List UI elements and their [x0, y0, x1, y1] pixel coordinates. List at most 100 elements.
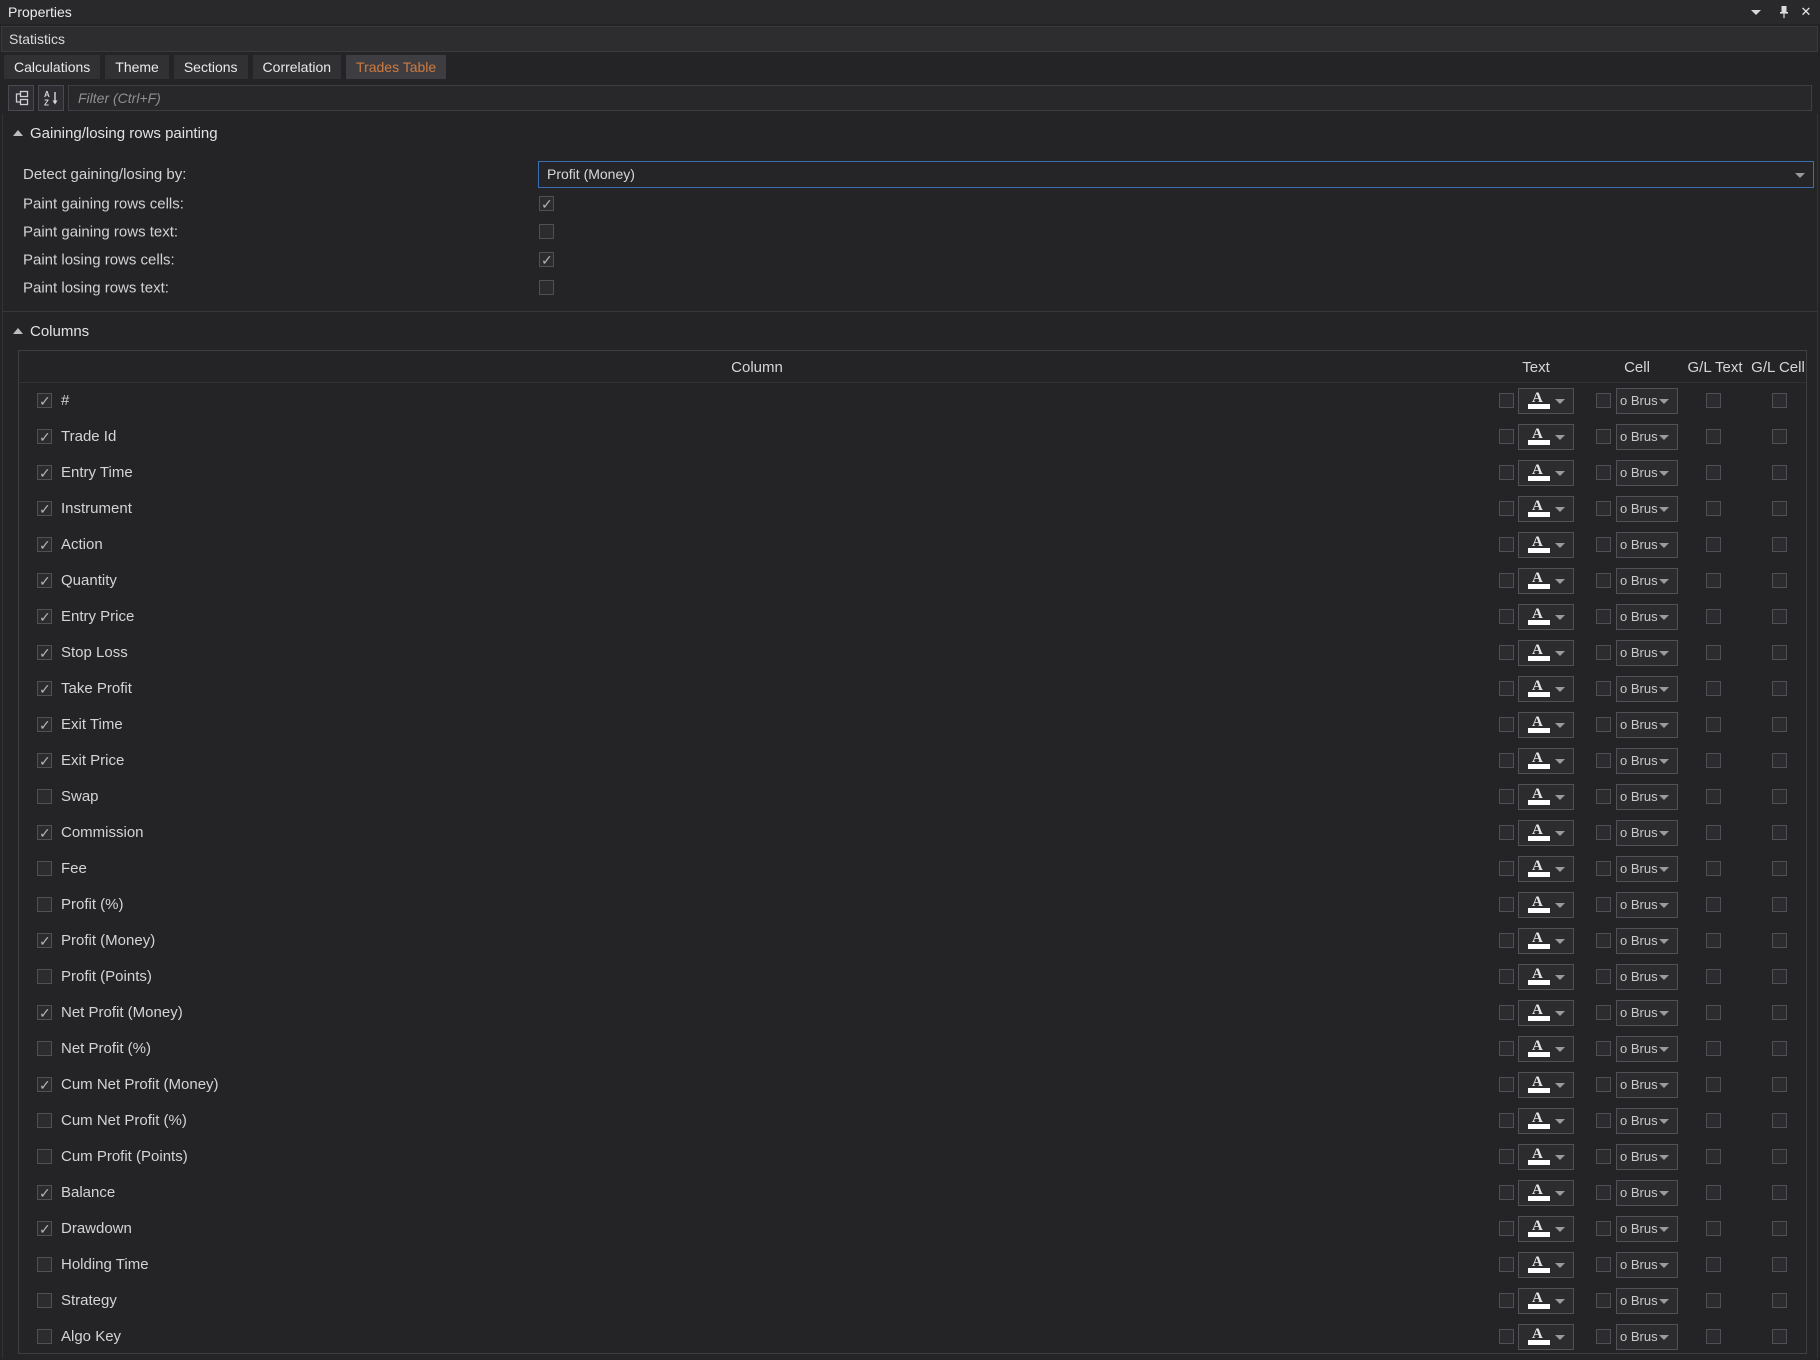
close-icon[interactable]: ✕: [1796, 0, 1816, 24]
cell-color-enable-checkbox[interactable]: [1596, 465, 1611, 480]
gl-text-checkbox[interactable]: [1706, 645, 1721, 660]
cell-brush-dropdown[interactable]: o Brus: [1616, 1072, 1678, 1098]
column-visible-checkbox[interactable]: [37, 789, 52, 804]
gl-cell-checkbox[interactable]: [1772, 753, 1787, 768]
gl-text-checkbox[interactable]: [1706, 897, 1721, 912]
text-color-enable-checkbox[interactable]: [1499, 1221, 1514, 1236]
font-color-dropdown[interactable]: A: [1518, 1324, 1574, 1350]
cell-brush-dropdown[interactable]: o Brus: [1616, 820, 1678, 846]
gl-text-checkbox[interactable]: [1706, 933, 1721, 948]
column-visible-checkbox[interactable]: [37, 1041, 52, 1056]
column-visible-checkbox[interactable]: [37, 717, 52, 732]
cell-color-enable-checkbox[interactable]: [1596, 681, 1611, 696]
detect-gaining-losing-combobox[interactable]: Profit (Money): [538, 161, 1814, 188]
gl-text-checkbox[interactable]: [1706, 1005, 1721, 1020]
alphabetical-sort-button[interactable]: A Z: [38, 85, 64, 111]
window-menu-chevron-icon[interactable]: [1746, 0, 1766, 24]
cell-color-enable-checkbox[interactable]: [1596, 393, 1611, 408]
gl-text-checkbox[interactable]: [1706, 789, 1721, 804]
column-visible-checkbox[interactable]: [37, 681, 52, 696]
column-visible-checkbox[interactable]: [37, 501, 52, 516]
cell-color-enable-checkbox[interactable]: [1596, 861, 1611, 876]
gl-cell-checkbox[interactable]: [1772, 1149, 1787, 1164]
font-color-dropdown[interactable]: A: [1518, 496, 1574, 522]
text-color-enable-checkbox[interactable]: [1499, 825, 1514, 840]
gl-cell-checkbox[interactable]: [1772, 933, 1787, 948]
column-visible-checkbox[interactable]: [37, 861, 52, 876]
column-visible-checkbox[interactable]: [37, 969, 52, 984]
gl-cell-checkbox[interactable]: [1772, 861, 1787, 876]
cell-color-enable-checkbox[interactable]: [1596, 933, 1611, 948]
section-header-painting[interactable]: Gaining/losing rows painting: [0, 124, 218, 142]
text-color-enable-checkbox[interactable]: [1499, 969, 1514, 984]
font-color-dropdown[interactable]: A: [1518, 1036, 1574, 1062]
column-visible-checkbox[interactable]: [37, 1257, 52, 1272]
column-visible-checkbox[interactable]: [37, 1185, 52, 1200]
cell-brush-dropdown[interactable]: o Brus: [1616, 964, 1678, 990]
cell-color-enable-checkbox[interactable]: [1596, 1077, 1611, 1092]
text-color-enable-checkbox[interactable]: [1499, 1329, 1514, 1344]
gl-cell-checkbox[interactable]: [1772, 1221, 1787, 1236]
gl-text-checkbox[interactable]: [1706, 537, 1721, 552]
text-color-enable-checkbox[interactable]: [1499, 645, 1514, 660]
text-color-enable-checkbox[interactable]: [1499, 681, 1514, 696]
column-visible-checkbox[interactable]: [37, 573, 52, 588]
cell-brush-dropdown[interactable]: o Brus: [1616, 1180, 1678, 1206]
cell-brush-dropdown[interactable]: o Brus: [1616, 1000, 1678, 1026]
text-color-enable-checkbox[interactable]: [1499, 501, 1514, 516]
cell-color-enable-checkbox[interactable]: [1596, 1257, 1611, 1272]
gl-text-checkbox[interactable]: [1706, 717, 1721, 732]
cell-color-enable-checkbox[interactable]: [1596, 717, 1611, 732]
gl-cell-checkbox[interactable]: [1772, 1041, 1787, 1056]
font-color-dropdown[interactable]: A: [1518, 748, 1574, 774]
font-color-dropdown[interactable]: A: [1518, 568, 1574, 594]
gl-text-checkbox[interactable]: [1706, 861, 1721, 876]
gl-text-checkbox[interactable]: [1706, 573, 1721, 588]
tab-sections[interactable]: Sections: [174, 55, 248, 79]
text-color-enable-checkbox[interactable]: [1499, 1149, 1514, 1164]
font-color-dropdown[interactable]: A: [1518, 1252, 1574, 1278]
text-color-enable-checkbox[interactable]: [1499, 573, 1514, 588]
cell-color-enable-checkbox[interactable]: [1596, 645, 1611, 660]
tab-theme[interactable]: Theme: [105, 55, 169, 79]
gl-text-checkbox[interactable]: [1706, 1041, 1721, 1056]
cell-brush-dropdown[interactable]: o Brus: [1616, 1288, 1678, 1314]
font-color-dropdown[interactable]: A: [1518, 892, 1574, 918]
cell-color-enable-checkbox[interactable]: [1596, 969, 1611, 984]
font-color-dropdown[interactable]: A: [1518, 820, 1574, 846]
cell-brush-dropdown[interactable]: o Brus: [1616, 640, 1678, 666]
column-visible-checkbox[interactable]: [37, 1149, 52, 1164]
text-color-enable-checkbox[interactable]: [1499, 1077, 1514, 1092]
gl-cell-checkbox[interactable]: [1772, 465, 1787, 480]
column-visible-checkbox[interactable]: [37, 753, 52, 768]
cell-color-enable-checkbox[interactable]: [1596, 1293, 1611, 1308]
font-color-dropdown[interactable]: A: [1518, 676, 1574, 702]
text-color-enable-checkbox[interactable]: [1499, 1041, 1514, 1056]
font-color-dropdown[interactable]: A: [1518, 1144, 1574, 1170]
gl-cell-checkbox[interactable]: [1772, 645, 1787, 660]
font-color-dropdown[interactable]: A: [1518, 856, 1574, 882]
column-visible-checkbox[interactable]: [37, 933, 52, 948]
tab-trades-table[interactable]: Trades Table: [346, 55, 446, 79]
gl-text-checkbox[interactable]: [1706, 393, 1721, 408]
font-color-dropdown[interactable]: A: [1518, 1108, 1574, 1134]
cell-color-enable-checkbox[interactable]: [1596, 1041, 1611, 1056]
gl-cell-checkbox[interactable]: [1772, 501, 1787, 516]
gl-text-checkbox[interactable]: [1706, 501, 1721, 516]
gl-text-checkbox[interactable]: [1706, 825, 1721, 840]
cell-brush-dropdown[interactable]: o Brus: [1616, 532, 1678, 558]
font-color-dropdown[interactable]: A: [1518, 712, 1574, 738]
text-color-enable-checkbox[interactable]: [1499, 393, 1514, 408]
font-color-dropdown[interactable]: A: [1518, 1216, 1574, 1242]
text-color-enable-checkbox[interactable]: [1499, 897, 1514, 912]
text-color-enable-checkbox[interactable]: [1499, 753, 1514, 768]
paint-option-checkbox[interactable]: [539, 252, 554, 267]
cell-brush-dropdown[interactable]: o Brus: [1616, 424, 1678, 450]
gl-cell-checkbox[interactable]: [1772, 429, 1787, 444]
font-color-dropdown[interactable]: A: [1518, 604, 1574, 630]
cell-brush-dropdown[interactable]: o Brus: [1616, 1036, 1678, 1062]
cell-color-enable-checkbox[interactable]: [1596, 1149, 1611, 1164]
gl-cell-checkbox[interactable]: [1772, 825, 1787, 840]
text-color-enable-checkbox[interactable]: [1499, 861, 1514, 876]
paint-option-checkbox[interactable]: [539, 224, 554, 239]
